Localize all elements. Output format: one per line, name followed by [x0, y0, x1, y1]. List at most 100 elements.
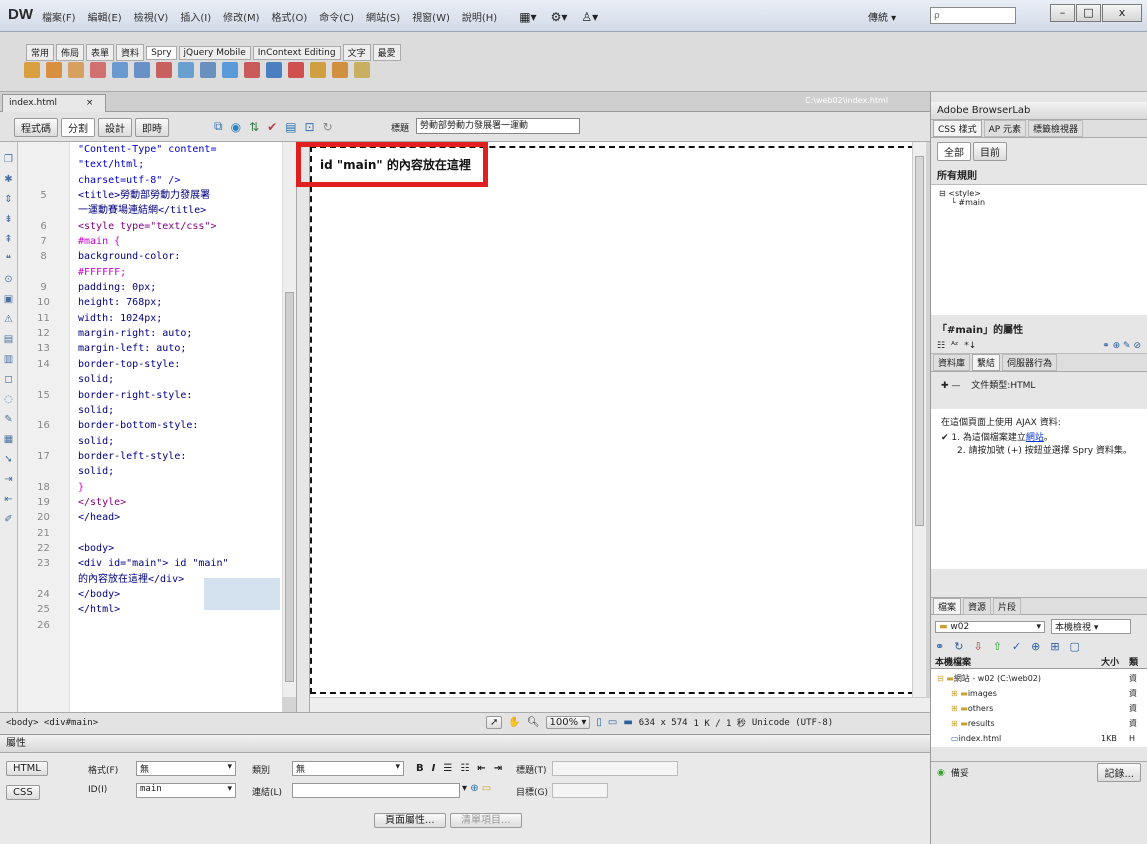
w3c-validation-icon[interactable]: ✔	[267, 120, 277, 134]
tag-selector[interactable]: <body> <div#main>	[6, 718, 98, 728]
view-select[interactable]: 本機檢視 ▾	[1051, 619, 1131, 634]
css-all-button[interactable]: 全部	[937, 142, 971, 161]
spry-checkbox-icon[interactable]	[156, 62, 172, 78]
tab-index-html[interactable]: index.html ×	[2, 94, 106, 112]
maximize-button[interactable]: □	[1076, 4, 1101, 22]
hand-tool-icon[interactable]: ✋	[508, 717, 520, 728]
site-icon[interactable]: ♙▾	[581, 10, 598, 24]
wrap-tag-icon[interactable]: ✎	[4, 414, 12, 425]
close-tab-icon[interactable]: ×	[86, 98, 94, 108]
insert-tab-favorites[interactable]: 最愛	[372, 44, 401, 61]
spry-radio-icon[interactable]	[244, 62, 260, 78]
help-search-input[interactable]: ρ	[930, 7, 1016, 24]
spry-dataset-icon[interactable]	[24, 62, 40, 78]
document-title-input[interactable]: 勞動部勞動力發展署一運動	[416, 118, 580, 134]
unordered-list-icon[interactable]: ☰	[443, 763, 452, 774]
menu-site[interactable]: 網站(S)	[366, 9, 400, 24]
tab-ap-elements[interactable]: AP 元素	[983, 120, 1027, 137]
bold-button[interactable]: B	[416, 763, 424, 774]
menu-window[interactable]: 視窗(W)	[412, 9, 450, 24]
remove-comment-icon[interactable]: ◌	[4, 394, 13, 405]
spry-collapsible-icon[interactable]	[332, 62, 348, 78]
check-browser-icon[interactable]: ⊡	[305, 120, 315, 134]
hidden-chars-icon[interactable]: ▥	[4, 354, 13, 365]
rule-main[interactable]: └ #main	[939, 198, 1139, 207]
close-button[interactable]: x	[1102, 4, 1142, 22]
italic-button[interactable]: I	[432, 763, 436, 774]
live-view-button[interactable]: 即時	[135, 118, 169, 137]
file-tree-item[interactable]: ▭ index.html 1KB H	[931, 731, 1147, 746]
auto-wrap-icon[interactable]: ▤	[4, 334, 13, 345]
menu-view[interactable]: 檢視(V)	[134, 9, 169, 24]
collapse-tag-icon[interactable]: ✱	[4, 174, 12, 185]
line-numbers-icon[interactable]: ⊙	[4, 274, 12, 285]
recent-snippets-icon[interactable]: ▦	[4, 434, 13, 445]
category-view-icon[interactable]: ☷	[937, 341, 945, 351]
insert-tab-layout[interactable]: 佈局	[56, 44, 85, 61]
spry-accordion-icon[interactable]	[310, 62, 326, 78]
file-management-icon[interactable]: ⇅	[249, 120, 259, 134]
move-css-icon[interactable]: ➘	[4, 454, 12, 465]
spry-repeat-icon[interactable]	[68, 62, 84, 78]
connect-icon[interactable]: ⚭	[935, 640, 944, 653]
extend-icon[interactable]: ⚙▾	[551, 10, 568, 24]
css-rules-tree[interactable]: ⊟ <style> └ #main	[931, 185, 1147, 315]
spry-textfield-icon[interactable]	[112, 62, 128, 78]
html-mode-button[interactable]: HTML	[6, 761, 48, 776]
collapse-selection-icon[interactable]: ⇕	[4, 194, 12, 205]
put-files-icon[interactable]: ⇧	[993, 640, 1002, 653]
file-tree-item[interactable]: ⊟ ▬ 網站 - w02 (C:\web02) 資	[931, 671, 1147, 686]
tab-server-behaviors[interactable]: 伺服器行為	[1002, 354, 1058, 371]
format-select[interactable]: 無 ▾	[136, 761, 236, 776]
file-tree-item[interactable]: ⊞ ▬ results 資	[931, 716, 1147, 731]
refresh-icon[interactable]: ↻	[323, 120, 333, 134]
syntax-error-icon[interactable]: ⚠	[4, 314, 13, 325]
browserlab-panel[interactable]: Adobe BrowserLab	[931, 102, 1147, 120]
highlight-invalid-icon[interactable]: ▣	[4, 294, 13, 305]
preview-browser-icon[interactable]: ◉	[231, 120, 241, 134]
apply-comment-icon[interactable]: ◻	[4, 374, 12, 385]
expand-all-icon[interactable]: ⇟	[4, 214, 12, 225]
tab-snippets[interactable]: 片段	[993, 597, 1022, 615]
split-divider[interactable]	[296, 142, 310, 712]
spry-tooltip-icon[interactable]	[354, 62, 370, 78]
insert-tab-incontext[interactable]: InContext Editing	[252, 45, 341, 60]
spry-menubar-icon[interactable]	[266, 62, 282, 78]
workspace-switcher[interactable]: 傳統 ▾	[868, 9, 896, 24]
outdent-icon[interactable]: ⇤	[4, 494, 12, 505]
select-tool-icon[interactable]: ➚	[486, 716, 503, 729]
log-button[interactable]: 記錄...	[1097, 763, 1141, 782]
spry-select-icon[interactable]	[134, 62, 150, 78]
format-source-icon[interactable]: ✐	[4, 514, 12, 525]
checkout-icon[interactable]: ✓	[1012, 640, 1021, 653]
target-select[interactable]	[552, 783, 608, 798]
ordered-list-icon[interactable]: ☷	[460, 763, 469, 774]
select-parent-icon[interactable]: ⇞	[4, 234, 12, 245]
menu-file[interactable]: 檔案(F)	[42, 9, 76, 24]
file-tree-item[interactable]: ⊞ ▬ images 資	[931, 686, 1147, 701]
code-scrollbar-thumb[interactable]	[285, 292, 294, 682]
spry-confirm-icon[interactable]	[222, 62, 238, 78]
indent-icon[interactable]: ⇥	[4, 474, 12, 485]
link-input[interactable]	[292, 783, 460, 798]
menu-help[interactable]: 說明(H)	[462, 9, 497, 24]
tab-files[interactable]: 檔案	[933, 597, 962, 615]
design-view-button[interactable]: 設計	[98, 118, 132, 137]
design-hscrollbar[interactable]	[310, 697, 930, 712]
sync-icon[interactable]: ⊞	[1050, 640, 1059, 653]
tab-databases[interactable]: 資料庫	[933, 354, 971, 371]
insert-tab-data[interactable]: 資料	[116, 44, 145, 61]
insert-tab-text[interactable]: 文字	[342, 44, 371, 61]
file-tree[interactable]: ⊟ ▬ 網站 - w02 (C:\web02) 資 ⊞ ▬ images 資 ⊞ ▬ o…	[931, 669, 1147, 747]
desktop-size-icon[interactable]: ▬	[623, 717, 632, 728]
split-view-button[interactable]: 分割	[61, 118, 95, 137]
rule-style[interactable]: ⊟ <style>	[939, 189, 1139, 198]
menu-edit[interactable]: 編輯(E)	[88, 9, 122, 24]
mobile-size-icon[interactable]: ▯	[596, 717, 602, 728]
design-view[interactable]: id "main" 的內容放在這裡	[296, 142, 920, 697]
tab-assets[interactable]: 資源	[963, 597, 992, 615]
visual-aids-icon[interactable]: ▤	[285, 120, 296, 134]
zoom-select[interactable]: 100% ▾	[545, 716, 591, 729]
spry-repeat-list-icon[interactable]	[90, 62, 106, 78]
refresh-files-icon[interactable]: ↻	[954, 640, 963, 653]
